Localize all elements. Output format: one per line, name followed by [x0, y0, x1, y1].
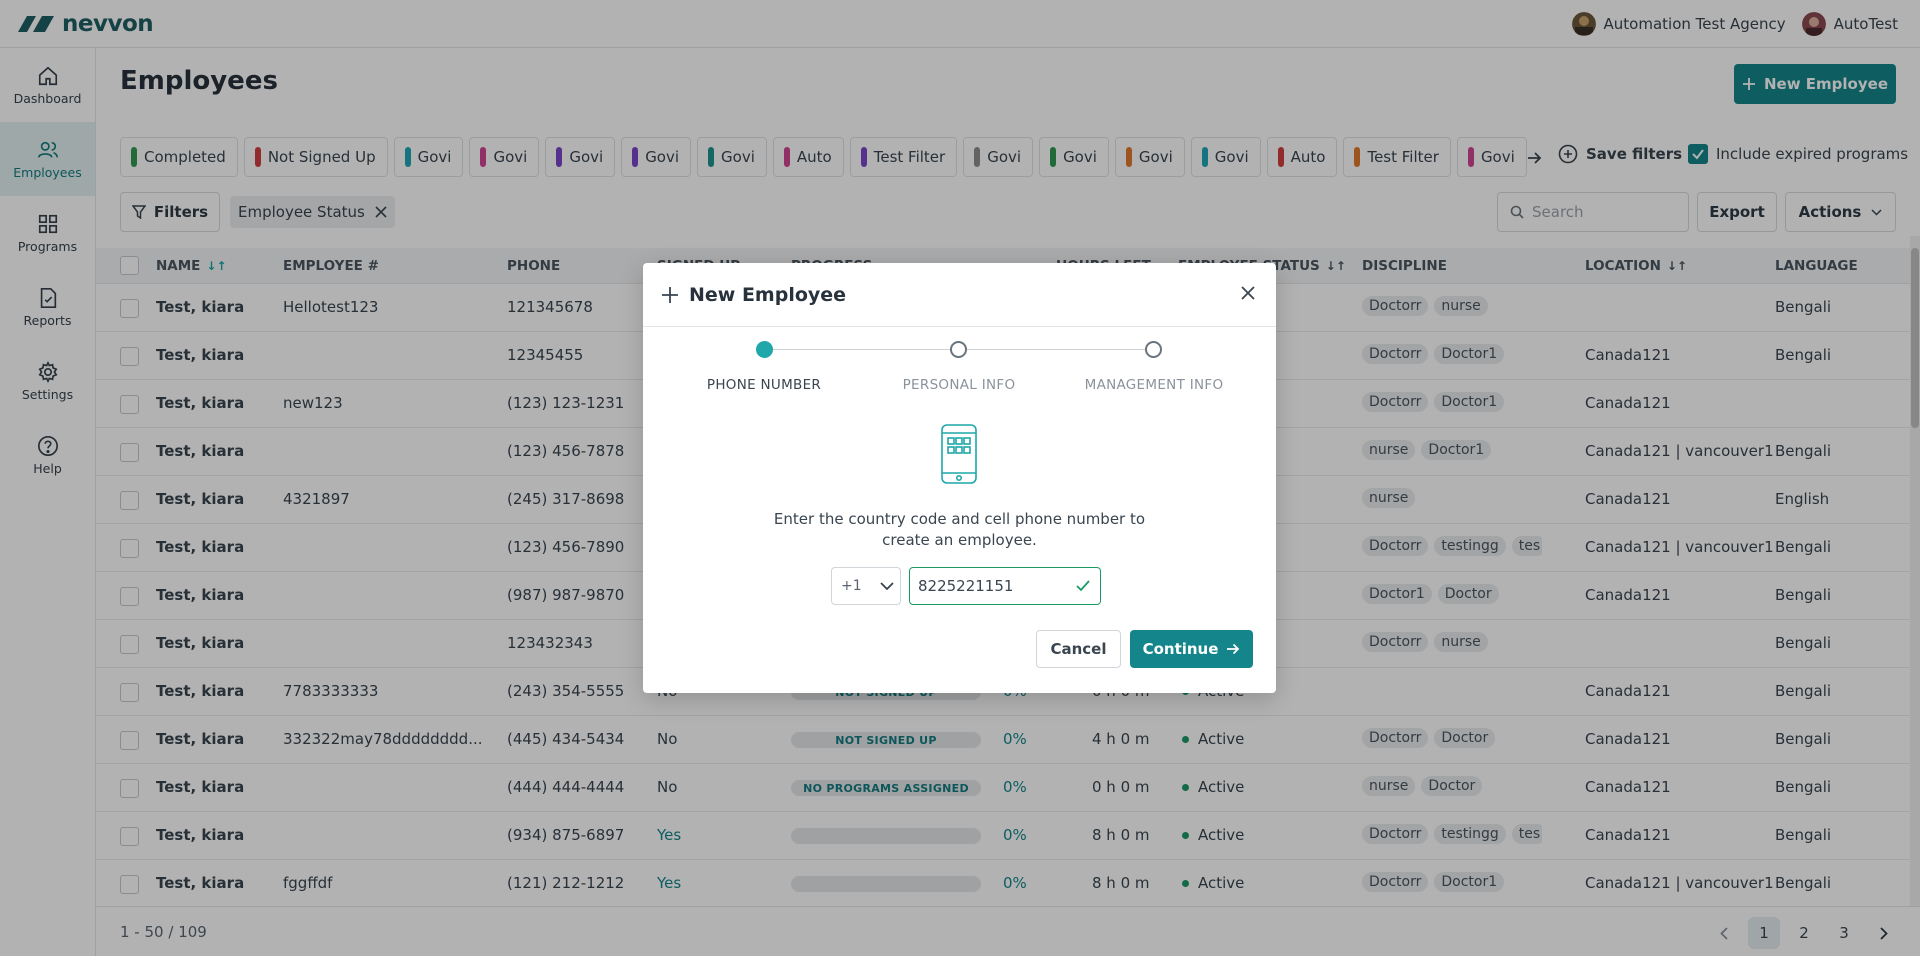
phone-illustration-icon — [940, 423, 978, 485]
close-icon — [1241, 286, 1255, 300]
country-code-select[interactable]: +1 — [831, 567, 901, 605]
instruction-line-1: Enter the country code and cell phone nu… — [773, 510, 1146, 528]
step-dot-personal — [950, 341, 967, 358]
instruction-line-2: create an employee. — [882, 531, 1037, 549]
chevron-down-icon — [880, 582, 894, 590]
step-indicator: PHONE NUMBER PERSONAL INFO MANAGEMENT IN… — [643, 327, 1276, 407]
phone-number-input[interactable]: 8225221151 — [909, 567, 1101, 605]
continue-label: Continue — [1142, 640, 1219, 658]
arrow-right-icon — [1227, 643, 1240, 655]
step-label-phone: PHONE NUMBER — [706, 377, 822, 393]
dialog-title: New Employee — [689, 283, 847, 306]
continue-button[interactable]: Continue — [1130, 630, 1253, 668]
cancel-button[interactable]: Cancel — [1036, 630, 1121, 668]
dialog-instructions: Enter the country code and cell phone nu… — [643, 509, 1276, 551]
phone-number-value: 8225221151 — [918, 577, 1014, 595]
valid-check-icon — [1076, 580, 1090, 592]
plus-icon — [662, 286, 678, 303]
dialog-header: New Employee — [643, 263, 1276, 327]
step-label-personal: PERSONAL INFO — [902, 377, 1016, 393]
country-code-value: +1 — [841, 578, 862, 594]
dialog-close-button[interactable] — [1240, 285, 1256, 301]
step-dot-phone — [756, 341, 773, 358]
step-label-management: MANAGEMENT INFO — [1084, 377, 1224, 393]
step-dot-management — [1145, 341, 1162, 358]
new-employee-dialog: New Employee PHONE NUMBER PERSONAL INFO … — [643, 263, 1276, 693]
